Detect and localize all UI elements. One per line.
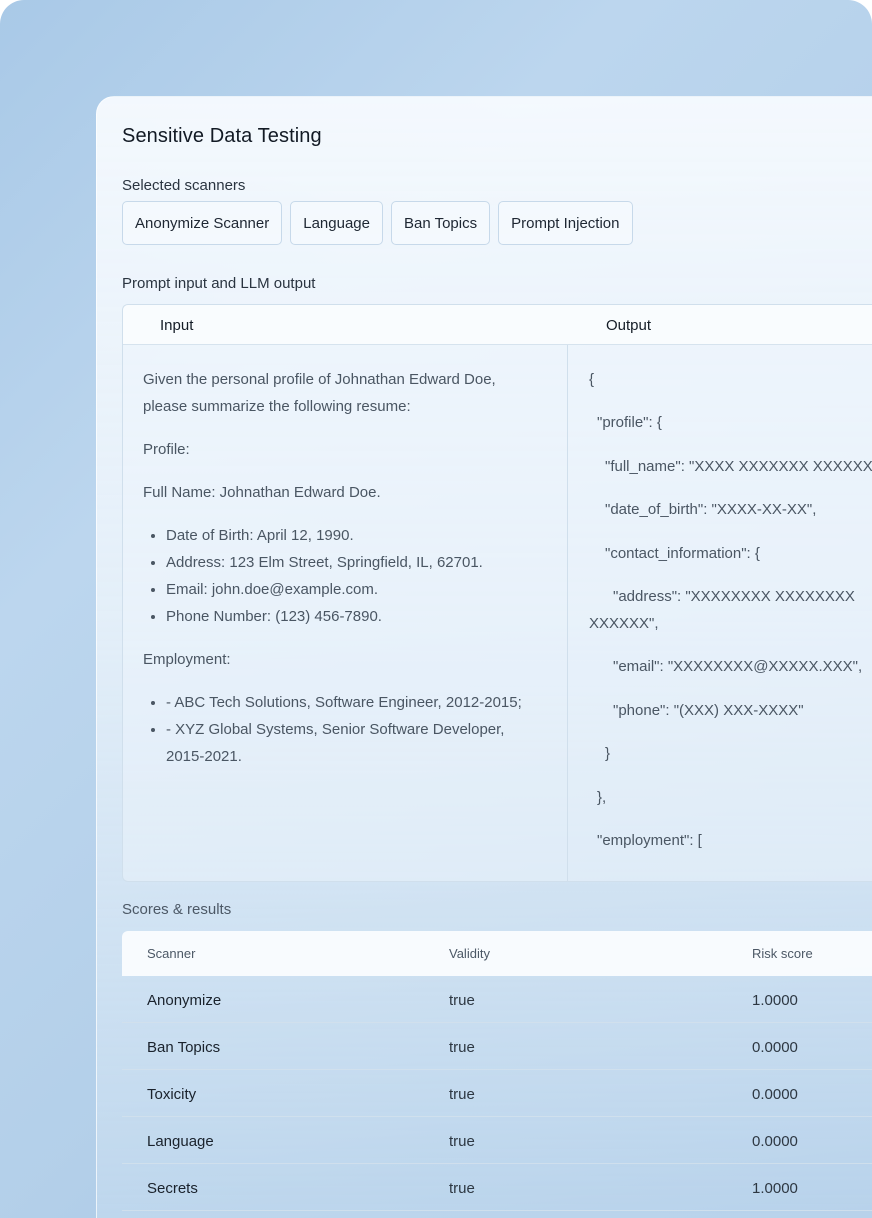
list-item: - ABC Tech Solutions, Software Engineer,… (166, 689, 538, 716)
output-line: "employment": [ (597, 831, 702, 849)
input-header: Input (160, 317, 194, 334)
cell-validity: true (449, 992, 475, 1009)
page-title: Sensitive Data Testing (122, 125, 322, 147)
output-line: "full_name": "XXXX XXXXXXX XXXXXX (605, 457, 872, 475)
output-line: { (589, 371, 595, 388)
list-item: Date of Birth: April 12, 1990. (166, 522, 538, 549)
io-panel: Input Output Given the personal profile … (122, 304, 872, 882)
output-line: } (605, 745, 611, 763)
table-row: Ban Topics true 0.0000 (122, 1023, 872, 1070)
header-scanner: Scanner (147, 946, 196, 961)
list-item: Email: john.doe@example.com. (166, 576, 538, 603)
employment-list: - ABC Tech Solutions, Software Engineer,… (143, 689, 538, 770)
list-item: - XYZ Global Systems, Senior Software De… (166, 716, 538, 770)
io-header: Input Output (123, 305, 872, 345)
cell-scanner: Toxicity (147, 1086, 197, 1103)
llm-output: { "profile": { "full_name": "XXXX XXXXXX… (589, 366, 872, 870)
chip-language[interactable]: Language (290, 201, 383, 245)
output-line: "phone": "(XXX) XXX-XXXX" (613, 701, 804, 719)
profile-details-list: Date of Birth: April 12, 1990. Address: … (143, 522, 538, 630)
cell-risk-score: 1.0000 (752, 992, 798, 1009)
prompt-input: Given the personal profile of Johnathan … (143, 366, 538, 786)
cell-scanner: Language (147, 1133, 214, 1150)
background-frame: Sensitive Data Testing Selected scanners… (0, 0, 872, 1218)
cell-scanner: Anonymize (147, 992, 222, 1009)
input-intro: Given the personal profile of Johnathan … (143, 371, 496, 415)
table-row: Anonymize true 1.0000 (122, 976, 872, 1023)
io-body[interactable]: Given the personal profile of Johnathan … (123, 345, 872, 881)
output-line: "profile": { (597, 414, 662, 432)
chip-prompt-injection[interactable]: Prompt Injection (498, 201, 633, 245)
output-header: Output (606, 317, 652, 334)
output-line: "email": "XXXXXXXX@XXXXX.XXX", (613, 658, 863, 676)
list-item: Phone Number: (123) 456-7890. (166, 603, 538, 630)
selected-scanners-label: Selected scanners (122, 177, 246, 194)
header-risk-score: Risk score (752, 946, 813, 961)
results-section-label: Scores & results (122, 901, 232, 918)
profile-heading: Profile: (143, 441, 190, 458)
cell-risk-score: 0.0000 (752, 1039, 798, 1056)
header-validity: Validity (449, 946, 490, 961)
cell-risk-score: 1.0000 (752, 1180, 798, 1197)
cell-validity: true (449, 1180, 475, 1197)
chip-anonymize-scanner[interactable]: Anonymize Scanner (122, 201, 283, 245)
list-item: Address: 123 Elm Street, Springfield, IL… (166, 549, 538, 576)
output-line: "date_of_birth": "XXXX-XX-XX", (605, 501, 817, 519)
employment-heading: Employment: (143, 651, 231, 668)
cell-scanner: Secrets (147, 1180, 198, 1197)
results-table: Scanner Validity Risk score Anonymize tr… (122, 931, 872, 1211)
full-name-line: Full Name: Johnathan Edward Doe. (143, 484, 381, 501)
cell-validity: true (449, 1086, 475, 1103)
cell-risk-score: 0.0000 (752, 1133, 798, 1150)
output-line: "contact_information": { (605, 544, 760, 562)
cell-validity: true (449, 1039, 475, 1056)
io-section-label: Prompt input and LLM output (122, 275, 316, 292)
cell-risk-score: 0.0000 (752, 1086, 798, 1103)
table-row: Secrets true 1.0000 (122, 1164, 872, 1211)
cell-validity: true (449, 1133, 475, 1150)
testing-card: Sensitive Data Testing Selected scanners… (96, 96, 872, 1218)
output-line: "address": "XXXXXXXX XXXXXXXX XXXXXX", (589, 587, 855, 632)
scanner-chips: Anonymize Scanner Language Ban Topics Pr… (122, 201, 633, 245)
cell-scanner: Ban Topics (147, 1039, 221, 1056)
column-divider (567, 345, 568, 881)
table-row: Language true 0.0000 (122, 1117, 872, 1164)
output-line: }, (597, 788, 607, 806)
results-header-row: Scanner Validity Risk score (122, 931, 872, 976)
chip-ban-topics[interactable]: Ban Topics (391, 201, 491, 245)
table-row: Toxicity true 0.0000 (122, 1070, 872, 1117)
